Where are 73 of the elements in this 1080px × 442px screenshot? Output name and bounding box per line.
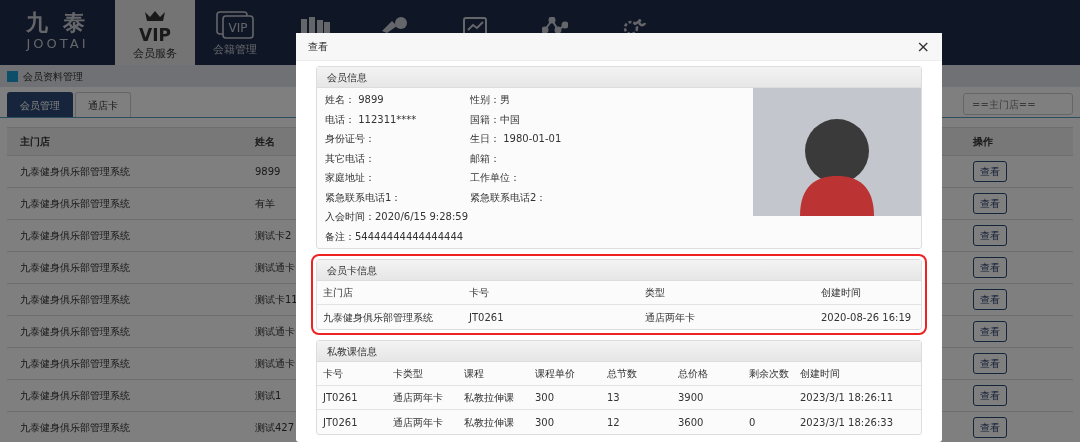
field-text: 入会时间：2020/6/15 9:28:59 — [325, 210, 468, 225]
table-cell: 9899 — [255, 166, 281, 177]
table-cell: 测试卡11 — [255, 294, 298, 305]
field-text: 工作单位： — [470, 171, 521, 186]
column-header: 剩余次数 — [749, 367, 790, 381]
field-text: 性别：男 — [470, 93, 511, 108]
table-cell-text: 九泰健身俱乐部管理系统 — [19, 229, 131, 243]
table-cell-text: 12 — [607, 415, 621, 430]
table-cell-text: 私教拉伸课 — [464, 415, 515, 430]
column-header: 课程单价 — [535, 367, 576, 381]
field-text: 其它电话： — [325, 151, 376, 166]
table-cell: 测试1 — [255, 390, 282, 401]
field-text: 紧急联系电话1： — [325, 190, 403, 205]
column-header: 总价格 — [678, 367, 709, 381]
column-header: 创建时间 — [800, 367, 841, 381]
table-cell-text: JT0261 — [323, 391, 359, 405]
field-text: 家庭地址： — [325, 171, 376, 186]
table-cell-text: 3600 — [678, 415, 705, 430]
table-cell-text: JT0261 — [323, 415, 359, 430]
table-cell-text: JT0261 — [469, 310, 505, 325]
column-header: 类型 — [645, 286, 666, 300]
column-header: 卡号 — [323, 367, 344, 381]
table-cell-text: 通店两年卡 — [645, 310, 696, 325]
table-cell: 测试427 — [255, 422, 295, 433]
table-cell: 有羊 — [255, 198, 275, 209]
panel-header: 会员卡信息 — [317, 260, 921, 281]
table-cell-text: 九泰健身俱乐部管理系统 — [19, 197, 131, 211]
logo-text: JOOTAI — [26, 34, 89, 53]
field-text: 国籍：中国 — [470, 112, 521, 127]
panel-header: 私教课信息 — [317, 341, 921, 362]
panel-header: 会员信息 — [317, 67, 921, 88]
dialog-title: 查看 — [308, 40, 328, 54]
field-text: 生日： 1980-01-01 — [470, 132, 563, 147]
column-header: 主门店 — [19, 135, 51, 149]
table-cell-text: 九泰健身俱乐部管理系统 — [19, 389, 131, 403]
column-header: 创建时间 — [821, 286, 862, 300]
column-header: 卡号 — [469, 286, 490, 300]
table-cell-text: 2023/3/1 18:26:11 — [800, 391, 894, 405]
table-cell-text: 2020-08-26 16:19 — [821, 310, 913, 325]
table-cell-text: 九泰健身俱乐部管理系统 — [19, 261, 131, 275]
table-cell: 测试通卡 — [255, 326, 295, 337]
table-cell: 测试卡2 — [255, 230, 292, 241]
field-text: 邮箱： — [470, 151, 501, 166]
field-text: 身份证号： — [325, 132, 376, 147]
table-cell-text: 九泰健身俱乐部管理系统 — [19, 325, 131, 339]
table-cell-text: 九泰健身俱乐部管理系统 — [323, 310, 434, 325]
table-cell: 测试通卡 — [255, 262, 295, 273]
table-cell-text: 0 — [749, 415, 757, 430]
table-cell-text: 私教拉伸课 — [464, 391, 515, 405]
table-cell-text: 3900 — [678, 391, 705, 405]
column-header: 课程 — [464, 367, 485, 381]
column-header: 操作 — [973, 135, 994, 149]
table-cell-text: 2023/3/1 18:26:33 — [800, 415, 894, 430]
field-text: 姓名： 9899 — [325, 93, 385, 108]
table-cell-text: 九泰健身俱乐部管理系统 — [19, 357, 131, 371]
table-cell-text: 300 — [535, 391, 556, 405]
table-cell-text: 九泰健身俱乐部管理系统 — [19, 293, 131, 307]
field-text: 紧急联系电话2： — [470, 190, 548, 205]
field-text: 电话： 112311**** — [325, 112, 418, 127]
table-cell-text: 通店两年卡 — [393, 415, 444, 430]
table-cell-text: 九泰健身俱乐部管理系统 — [19, 421, 131, 435]
breadcrumb-title: 会员资料管理 — [23, 69, 83, 84]
column-header: 姓名 — [255, 136, 275, 147]
column-header: 主门店 — [323, 286, 354, 300]
table-cell-text: 通店两年卡 — [393, 391, 444, 405]
table-cell-text: 九泰健身俱乐部管理系统 — [19, 165, 131, 179]
table-cell-text: 300 — [535, 415, 556, 430]
logo-text: 九 泰 — [25, 11, 90, 34]
column-header: 卡类型 — [393, 367, 424, 381]
field-text: 备注：54444444444444444 — [325, 229, 464, 244]
column-header: 总节数 — [607, 367, 638, 381]
table-cell-text: 13 — [607, 391, 621, 405]
table-cell: 测试通卡 — [255, 358, 295, 369]
